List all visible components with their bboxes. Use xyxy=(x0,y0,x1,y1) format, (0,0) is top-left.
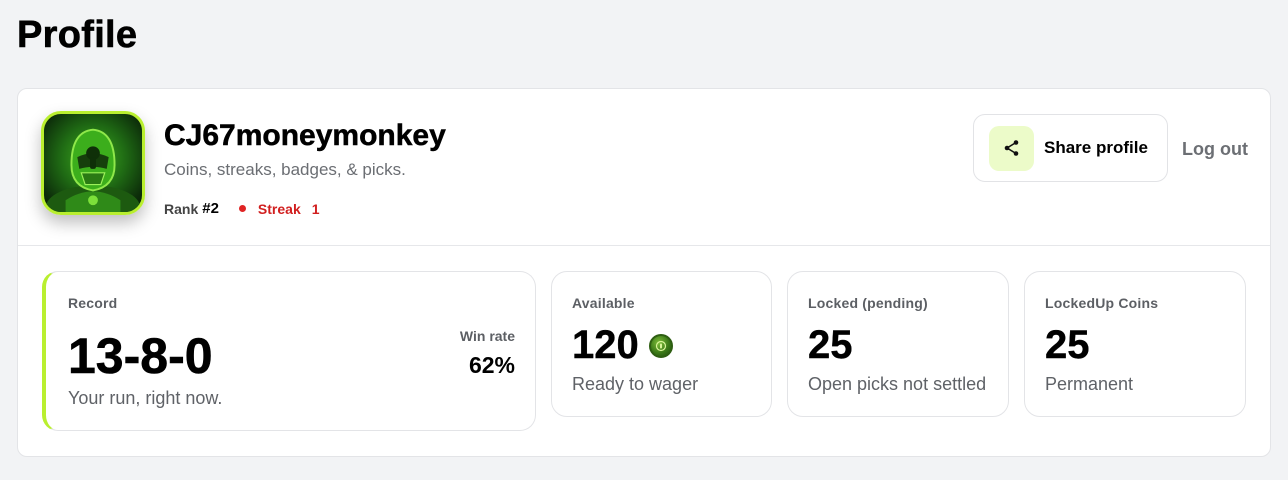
available-subtitle: Ready to wager xyxy=(572,374,699,394)
profile-card: CJ67moneymonkey Coins, streaks, badges, … xyxy=(17,88,1271,457)
avatar xyxy=(41,111,145,215)
share-profile-label: Share profile xyxy=(1044,138,1148,157)
available-stat-card: Available 120 Ready to wager xyxy=(551,271,772,417)
record-label: Record xyxy=(68,295,118,311)
record-subtitle: Your run, right now. xyxy=(68,388,223,408)
locked-label: Locked (pending) xyxy=(808,295,928,311)
lockedup-coins-stat-card: LockedUp Coins 25 Permanent xyxy=(1024,271,1246,417)
locked-value: 25 xyxy=(808,323,853,367)
available-label: Available xyxy=(572,295,635,311)
streak-value: 1 xyxy=(311,200,320,217)
username: CJ67moneymonkey xyxy=(164,119,446,153)
lockedup-label: LockedUp Coins xyxy=(1045,295,1159,311)
logout-button[interactable]: Log out xyxy=(1182,139,1248,160)
rank-label: Rank xyxy=(164,200,199,217)
avatar-helmet-image xyxy=(45,128,141,212)
profile-meta: Rank #2 Streak 1 xyxy=(164,200,320,217)
lockedup-value: 25 xyxy=(1045,323,1090,367)
rank-value: #2 xyxy=(202,200,219,217)
locked-subtitle: Open picks not settled xyxy=(808,374,987,394)
lockedup-subtitle: Permanent xyxy=(1045,374,1134,394)
win-rate-value: 62% xyxy=(468,352,515,378)
share-profile-button[interactable]: Share profile xyxy=(973,114,1168,182)
coin-icon xyxy=(648,333,673,358)
win-rate-label: Win rate xyxy=(459,328,515,344)
page-title: Profile xyxy=(17,14,138,57)
streak-label: Streak xyxy=(257,200,301,217)
available-value: 120 xyxy=(572,323,639,367)
record-value: 13-8-0 xyxy=(68,328,213,385)
profile-tagline: Coins, streaks, badges, & picks. xyxy=(164,160,406,179)
record-stat-card: Record 13-8-0 Your run, right now. Win r… xyxy=(42,271,536,431)
available-value-row: 120 xyxy=(572,323,673,368)
locked-pending-stat-card: Locked (pending) 25 Open picks not settl… xyxy=(787,271,1009,417)
profile-header: CJ67moneymonkey Coins, streaks, badges, … xyxy=(18,89,1270,246)
streak-dot-icon xyxy=(238,205,246,212)
share-icon xyxy=(989,125,1034,171)
